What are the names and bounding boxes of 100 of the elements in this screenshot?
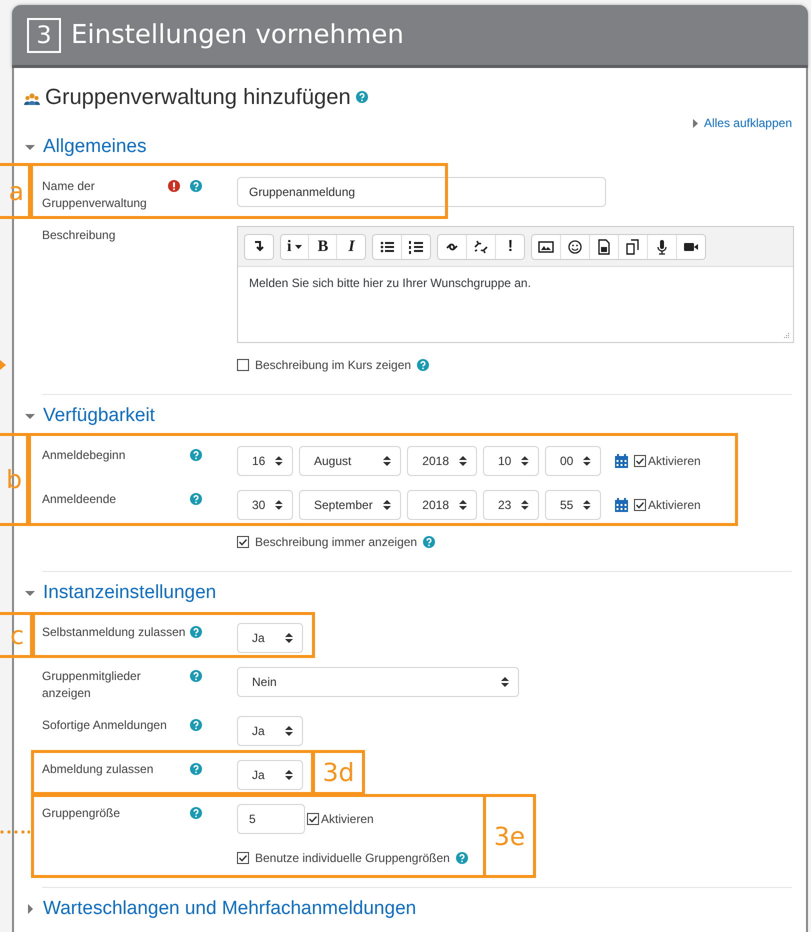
field-label: Name der Gruppenverwaltung <box>42 178 148 212</box>
bullet-list-icon <box>379 239 396 255</box>
number-field[interactable]: 5 <box>237 804 305 834</box>
callout-label: a <box>0 163 31 219</box>
image-button[interactable] <box>532 235 562 259</box>
checkbox-label: Aktivieren <box>648 498 701 512</box>
calendar-icon[interactable] <box>615 498 628 512</box>
checkbox-label: Benutze individuelle Gruppengrößen <box>255 851 450 865</box>
editor-text: Melden Sie sich bitte hier zu Ihrer Wunschgruppe an. <box>249 276 531 290</box>
sort-caret-icon <box>583 456 591 466</box>
expand-caret-icon <box>25 904 35 914</box>
expand-caret-icon <box>692 118 698 128</box>
select-field[interactable]: September <box>299 490 401 520</box>
page-title: Gruppenverwaltung hinzufügen <box>45 84 351 110</box>
field-label: Anmeldebeginn <box>42 447 126 464</box>
help-icon[interactable] <box>356 91 368 103</box>
sort-caret-icon <box>275 500 283 510</box>
select-field[interactable]: 2018 <box>407 490 477 520</box>
field-label: Beschreibung <box>42 227 116 244</box>
file-icon <box>596 239 612 255</box>
select-field[interactable]: August <box>299 446 401 476</box>
help-icon[interactable] <box>456 852 468 864</box>
sort-caret-icon <box>285 633 293 643</box>
checkbox[interactable] <box>634 499 646 511</box>
select-field[interactable]: 10 <box>483 446 539 476</box>
help-icon[interactable] <box>190 763 202 775</box>
field-label: Selbstanmeldung zulassen <box>42 624 186 641</box>
select-field[interactable]: Nein <box>237 667 519 697</box>
field-label: Gruppenmitglieder anzeigen <box>42 668 142 702</box>
checkbox-label: Beschreibung immer anzeigen <box>255 535 418 549</box>
dropdown-caret-icon <box>295 245 302 249</box>
section-header[interactable]: Verfügbarkeit <box>25 405 155 427</box>
checkbox[interactable] <box>237 359 249 371</box>
help-icon[interactable] <box>190 670 202 682</box>
smiley-icon <box>567 239 584 255</box>
sort-caret-icon <box>521 456 529 466</box>
step-number: 3 <box>27 18 61 52</box>
sort-caret-icon <box>459 500 467 510</box>
callout-label: 3d <box>312 750 365 795</box>
help-icon[interactable] <box>190 180 202 192</box>
callout-label: 3e <box>483 794 536 878</box>
select-field[interactable]: 30 <box>237 490 293 520</box>
broken-link-icon <box>473 239 490 255</box>
help-icon[interactable] <box>423 536 436 548</box>
checkbox-label: Beschreibung im Kurs zeigen <box>255 358 412 372</box>
copy-icon <box>625 239 642 255</box>
collapse-caret-icon <box>25 411 35 421</box>
expand-all-link[interactable]: Alles aufklappen <box>692 116 792 130</box>
dotted-leader-line <box>0 830 30 834</box>
sort-caret-icon <box>521 500 529 510</box>
link-button[interactable] <box>438 235 468 259</box>
select-field[interactable]: 55 <box>545 490 601 520</box>
select-field[interactable]: Ja <box>237 623 303 653</box>
select-field[interactable]: 23 <box>483 490 539 520</box>
sort-caret-icon <box>285 770 293 780</box>
select-field[interactable]: 00 <box>545 446 601 476</box>
step-title: Einstellungen vornehmen <box>71 20 404 50</box>
sort-caret-icon <box>501 677 509 687</box>
checkbox-label: Aktivieren <box>648 454 701 468</box>
checkbox[interactable] <box>237 852 249 864</box>
select-field[interactable]: 16 <box>237 446 293 476</box>
calendar-icon[interactable] <box>615 454 628 468</box>
group-icon <box>24 93 40 105</box>
image-icon <box>538 239 554 255</box>
select-field[interactable]: 2018 <box>407 446 477 476</box>
pointer-arrow-icon <box>0 360 6 370</box>
select-field[interactable]: Ja <box>237 716 303 746</box>
collapse-caret-icon <box>25 142 35 152</box>
callout-label: c <box>0 612 33 658</box>
section-header[interactable]: Allgemeines <box>25 136 146 158</box>
numbered-list-icon <box>408 239 424 255</box>
sort-caret-icon <box>459 456 467 466</box>
info-button[interactable]: i <box>281 235 310 259</box>
field-label: Gruppengröße <box>42 805 122 822</box>
checkbox-label: Aktivieren <box>321 812 374 826</box>
text-field[interactable]: Gruppenanmeldung <box>237 177 606 207</box>
sort-caret-icon <box>383 456 391 466</box>
section-header[interactable]: Instanzeinstellungen <box>25 582 216 604</box>
sort-caret-icon <box>583 500 591 510</box>
help-icon[interactable] <box>190 449 202 461</box>
help-icon[interactable] <box>190 493 202 505</box>
section-header[interactable]: Warteschlangen und Mehrfachanmeldungen <box>25 898 416 920</box>
field-label: Abmeldung zulassen <box>42 761 154 778</box>
bullets-button[interactable] <box>373 235 402 259</box>
collapse-caret-icon <box>25 588 35 598</box>
sort-caret-icon <box>285 726 293 736</box>
sort-caret-icon <box>383 500 391 510</box>
help-icon[interactable] <box>190 807 202 819</box>
callout-label: b <box>0 433 29 526</box>
checkbox[interactable] <box>237 536 249 548</box>
checkbox[interactable] <box>634 455 646 467</box>
help-icon[interactable] <box>190 719 202 731</box>
help-icon[interactable] <box>417 359 430 371</box>
sort-caret-icon <box>275 456 283 466</box>
field-label: Anmeldeende <box>42 491 118 508</box>
field-label: Sofortige Anmeldungen <box>42 717 168 734</box>
checkbox[interactable] <box>307 813 319 825</box>
editor[interactable]: i B I ! Melden Sie sich bitte hier zu Ihrer Wunschgruppe an. <box>237 226 794 343</box>
select-field[interactable]: Ja <box>237 760 303 790</box>
help-icon[interactable] <box>190 626 202 638</box>
